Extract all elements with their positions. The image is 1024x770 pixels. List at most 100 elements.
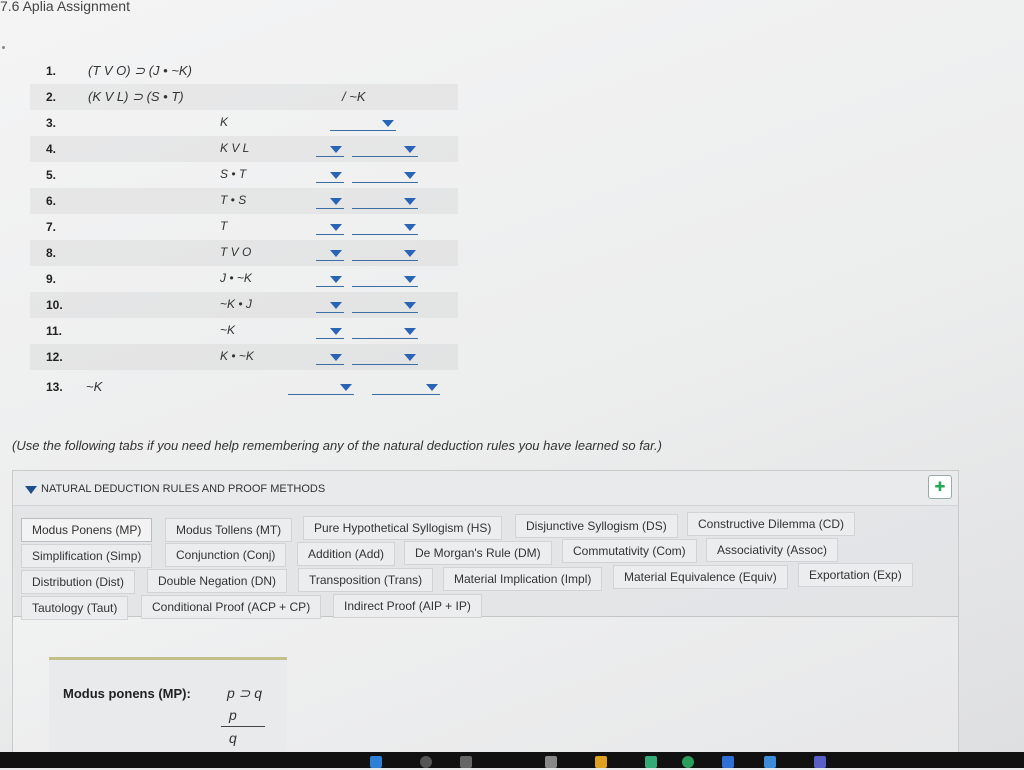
tab-material-equivalence[interactable]: Material Equivalence (Equiv) <box>613 565 788 589</box>
line-ref-dropdown[interactable] <box>316 170 344 183</box>
tab-conditional-proof[interactable]: Conditional Proof (ACP + CP) <box>141 595 322 619</box>
rule-dropdown[interactable] <box>352 352 418 365</box>
rule-dropdown[interactable] <box>352 170 418 183</box>
dropdown-arrow-icon <box>330 146 342 153</box>
line-number: 6. <box>46 194 57 208</box>
rule-dropdown[interactable] <box>352 222 418 235</box>
rule-dropdown[interactable] <box>352 196 418 209</box>
step-formula: J • ~K <box>220 271 252 285</box>
line-number: 5. <box>46 168 57 182</box>
taskbar <box>0 752 1024 768</box>
tab-tautology[interactable]: Tautology (Taut) <box>21 596 129 620</box>
collapse-triangle-icon[interactable] <box>25 486 37 494</box>
dropdown-arrow-icon <box>404 328 416 335</box>
panel-title: NATURAL DEDUCTION RULES AND PROOF METHOD… <box>41 483 326 495</box>
chrome-icon[interactable] <box>682 756 694 768</box>
justification-dropdown[interactable] <box>330 118 396 131</box>
proof-row-9: 9. J • ~K <box>30 266 458 292</box>
step-formula: T • S <box>220 193 247 207</box>
tab-modus-ponens[interactable]: Modus Ponens (MP) <box>21 518 153 542</box>
help-note: (Use the following tabs if you need help… <box>12 438 662 453</box>
panel-header[interactable]: NATURAL DEDUCTION RULES AND PROOF METHOD… <box>13 471 958 506</box>
windows-icon[interactable] <box>370 756 382 768</box>
proof-row-11: 11. ~K <box>30 318 458 344</box>
line-number: 11. <box>46 324 63 338</box>
tab-conjunction[interactable]: Conjunction (Conj) <box>165 543 287 567</box>
line-ref-dropdown[interactable] <box>316 326 344 339</box>
line-ref-dropdown[interactable] <box>316 300 344 313</box>
step-formula: T V O <box>220 245 252 259</box>
line-number: 4. <box>46 142 57 156</box>
step-formula: ~K <box>220 323 236 337</box>
tab-disjunctive-syllogism[interactable]: Disjunctive Syllogism (DS) <box>515 514 678 538</box>
teams-icon[interactable] <box>814 756 826 768</box>
app-icon[interactable] <box>545 756 557 768</box>
rule-dropdown[interactable] <box>372 382 440 395</box>
rule-divider <box>221 726 265 727</box>
step-formula: S • T <box>220 167 247 181</box>
proof-row-4: 4. K V L <box>30 136 458 162</box>
edge-icon[interactable] <box>764 756 776 768</box>
tab-exportation[interactable]: Exportation (Exp) <box>798 563 913 587</box>
tab-modus-tollens[interactable]: Modus Tollens (MT) <box>165 518 293 542</box>
rule-dropdown[interactable] <box>352 274 418 287</box>
line-ref-dropdown[interactable] <box>316 144 344 157</box>
step-formula: K V L <box>220 141 250 155</box>
dropdown-arrow-icon <box>340 384 352 391</box>
rule-conclusion: q <box>229 730 237 746</box>
tab-commutativity[interactable]: Commutativity (Com) <box>562 539 697 563</box>
dropdown-arrow-icon <box>330 198 342 205</box>
assignment-page: 7.6 Aplia Assignment 1. (T V O) ⊃ (J • ~… <box>0 0 1024 770</box>
proof-row-1: 1. (T V O) ⊃ (J • ~K) <box>30 58 458 84</box>
tab-constructive-dilemma[interactable]: Constructive Dilemma (CD) <box>687 512 856 536</box>
proof-row-8: 8. T V O <box>30 240 458 266</box>
line-ref-dropdown[interactable] <box>288 382 354 395</box>
conclusion-target: / ~K <box>342 89 366 104</box>
dropdown-arrow-icon <box>330 276 342 283</box>
final-formula: ~K <box>86 379 103 394</box>
proof-row-7: 7. T <box>30 214 458 240</box>
line-ref-dropdown[interactable] <box>316 196 344 209</box>
pin-icon[interactable]: ✚ <box>928 475 952 499</box>
tab-hypothetical-syllogism[interactable]: Pure Hypothetical Syllogism (HS) <box>303 516 503 540</box>
tab-double-negation[interactable]: Double Negation (DN) <box>147 569 288 593</box>
rule-dropdown[interactable] <box>352 300 418 313</box>
taskview-icon[interactable] <box>460 756 472 768</box>
line-ref-dropdown[interactable] <box>316 222 344 235</box>
proof-row-12: 12. K • ~K <box>30 344 458 370</box>
mail-icon[interactable] <box>722 756 734 768</box>
dropdown-arrow-icon <box>330 250 342 257</box>
dropdown-arrow-icon <box>330 224 342 231</box>
line-ref-dropdown[interactable] <box>316 352 344 365</box>
premise-formula: (K V L) ⊃ (S • T) <box>88 89 184 104</box>
proof-row-2: 2. (K V L) ⊃ (S • T) / ~K <box>30 84 458 110</box>
search-icon[interactable] <box>420 756 432 768</box>
line-number: 1. <box>46 64 57 78</box>
tab-addition[interactable]: Addition (Add) <box>297 542 396 566</box>
dropdown-arrow-icon <box>404 172 416 179</box>
tab-distribution[interactable]: Distribution (Dist) <box>21 570 136 594</box>
tab-transposition[interactable]: Transposition (Trans) <box>298 568 434 592</box>
rule-dropdown[interactable] <box>352 326 418 339</box>
rule-tabs: Modus Ponens (MP) Modus Tollens (MT) Pur… <box>13 506 958 620</box>
tab-associativity[interactable]: Associativity (Assoc) <box>706 538 839 562</box>
rule-premise-1: p ⊃ q <box>227 685 263 701</box>
dropdown-arrow-icon <box>404 250 416 257</box>
dropdown-arrow-icon <box>330 302 342 309</box>
tab-material-implication[interactable]: Material Implication (Impl) <box>443 567 603 591</box>
store-icon[interactable] <box>645 756 657 768</box>
tab-indirect-proof[interactable]: Indirect Proof (AIP + IP) <box>333 594 482 618</box>
tab-de-morgans[interactable]: De Morgan's Rule (DM) <box>404 541 552 565</box>
line-ref-dropdown[interactable] <box>316 248 344 261</box>
rule-name: Modus ponens (MP): <box>63 686 191 701</box>
proof-row-3: 3. K <box>30 110 458 136</box>
line-ref-dropdown[interactable] <box>316 274 344 287</box>
rule-dropdown[interactable] <box>352 248 418 261</box>
dropdown-arrow-icon <box>330 354 342 361</box>
step-formula: ~K • J <box>220 297 252 311</box>
premise-formula: (T V O) ⊃ (J • ~K) <box>88 63 192 78</box>
tab-simplification[interactable]: Simplification (Simp) <box>21 544 153 568</box>
rule-dropdown[interactable] <box>352 144 418 157</box>
dropdown-arrow-icon <box>404 146 416 153</box>
folder-icon[interactable] <box>595 756 607 768</box>
